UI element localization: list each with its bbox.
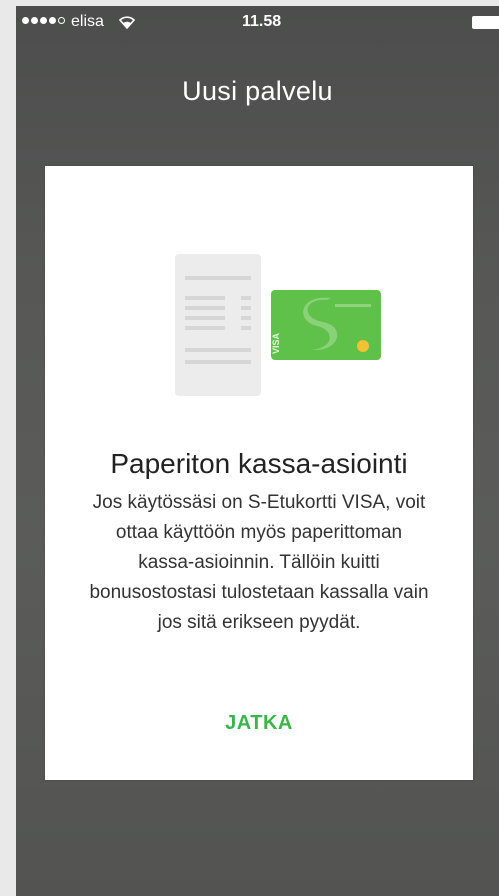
card-title: Paperiton kassa-asiointi bbox=[110, 448, 408, 479]
wifi-icon bbox=[119, 16, 135, 29]
phone-screen: elisa 11.58 Uusi palvelu VISA Paperiton … bbox=[16, 6, 499, 896]
page: elisa 11.58 Uusi palvelu VISA Paperiton … bbox=[0, 0, 499, 896]
signal-dot bbox=[31, 17, 38, 24]
signal-dot bbox=[49, 17, 56, 24]
continue-button[interactable]: JATKA bbox=[209, 706, 309, 740]
card-brand-label: VISA bbox=[271, 332, 281, 354]
card-description: Jos käytössäsi on S-Etukortti VISA, voit… bbox=[59, 488, 459, 638]
paperless-illustration: VISA bbox=[175, 254, 381, 396]
info-card: VISA Paperiton kassa-asiointi Jos käytös… bbox=[45, 166, 473, 780]
card-description-line: jos sitä erikseen pyydät. bbox=[157, 612, 361, 633]
card-description-line: Jos käytössäsi on S-Etukortti VISA, voit bbox=[92, 492, 426, 513]
carrier-name: elisa bbox=[71, 13, 104, 30]
battery-icon bbox=[472, 16, 499, 29]
status-time: 11.58 bbox=[242, 13, 282, 30]
signal-strength-icon bbox=[22, 17, 65, 24]
signal-dot bbox=[40, 17, 47, 24]
card-description-line: kassa-asioinnin. Tällöin kuitti bbox=[138, 552, 380, 573]
page-title: Uusi palvelu bbox=[182, 76, 333, 106]
card-description-line: bonusostostasi tulostetaan kassalla vain bbox=[89, 582, 429, 603]
signal-dot bbox=[58, 17, 65, 24]
status-bar: elisa 11.58 bbox=[16, 6, 499, 40]
card-description-line: ottaa käyttöön myös paperittoman bbox=[115, 522, 403, 543]
signal-dot bbox=[22, 17, 29, 24]
receipt-icon bbox=[175, 254, 261, 396]
s-etukortti-visa-card-icon: VISA bbox=[271, 290, 381, 360]
